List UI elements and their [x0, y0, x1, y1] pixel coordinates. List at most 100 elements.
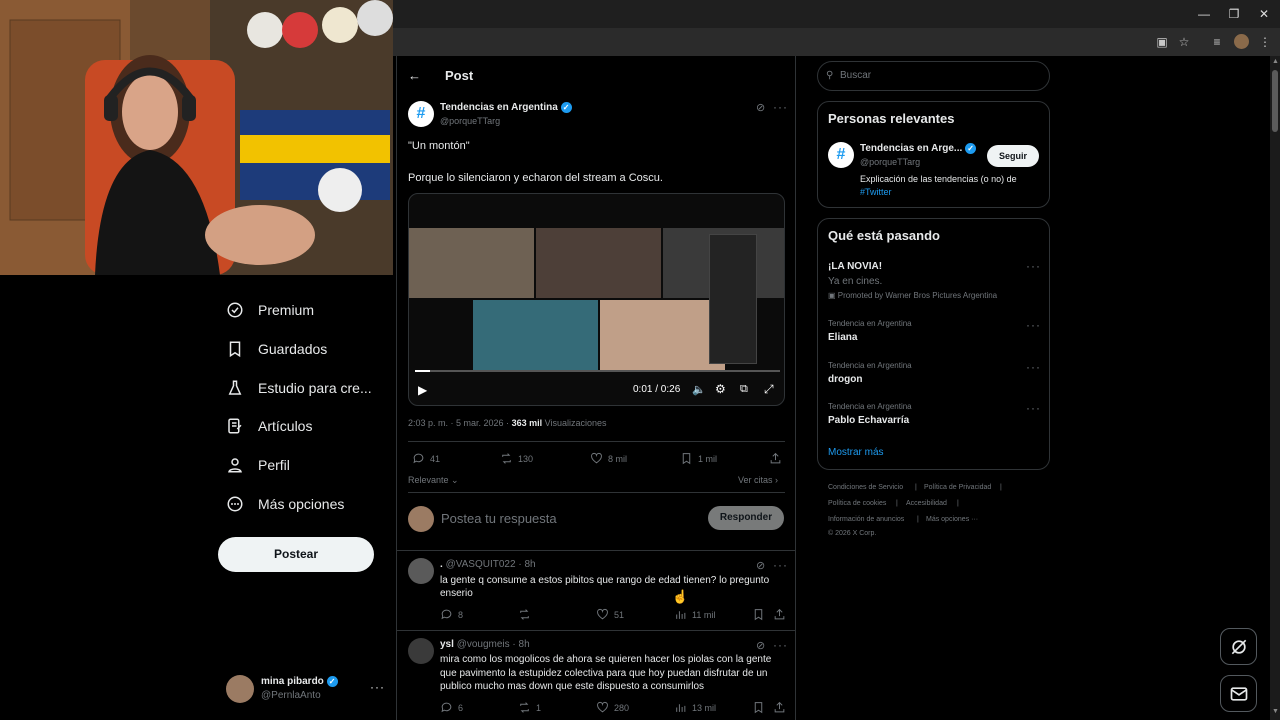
reply-repost-button[interactable]: [518, 608, 536, 621]
heart-icon: [597, 701, 608, 713]
settings-icon[interactable]: ⚙: [715, 382, 726, 396]
reply-avatar[interactable]: [408, 558, 434, 584]
hashtag-link[interactable]: #Twitter: [860, 187, 892, 197]
scroll-up-icon[interactable]: ▲: [1272, 58, 1279, 65]
repost-button[interactable]: 130: [500, 452, 533, 465]
sort-dropdown[interactable]: Relevante ⌄: [408, 475, 459, 486]
sidebar-item-articulos[interactable]: Artículos: [226, 411, 312, 441]
video-frame: [536, 228, 661, 298]
reply-repost-button[interactable]: 1: [518, 701, 541, 714]
browser-profile-avatar[interactable]: [1234, 34, 1249, 49]
reply-bookmark-button[interactable]: [752, 608, 765, 621]
promo-trend-name[interactable]: ¡LA NOVIA!: [828, 261, 882, 272]
sidebar-item-guardados[interactable]: Guardados: [226, 334, 327, 364]
footer-link[interactable]: Política de Privacidad: [924, 484, 991, 491]
footer-link[interactable]: Política de cookies: [828, 500, 886, 507]
account-switcher[interactable]: mina pibardo ✓: [261, 676, 338, 687]
trend-more-icon[interactable]: ···: [1026, 259, 1041, 273]
reply-avatar[interactable]: [408, 638, 434, 664]
footer-separator: |: [1000, 484, 1002, 491]
grok-fab[interactable]: [1220, 628, 1257, 665]
relevant-avatar[interactable]: #: [828, 142, 854, 168]
reply-more-icon[interactable]: ···: [773, 558, 788, 572]
sidebar-item-premium[interactable]: Premium: [226, 295, 314, 325]
media-queue-icon[interactable]: ≡: [1208, 33, 1226, 51]
view-quotes-link[interactable]: Ver citas ›: [738, 475, 778, 485]
reply-views-button[interactable]: 11 mil: [674, 608, 715, 621]
sidebar-item-mas-opciones[interactable]: Más opciones: [226, 489, 344, 519]
trend-more-icon[interactable]: ···: [1026, 360, 1041, 374]
reply-input[interactable]: Postea tu respuesta: [441, 511, 557, 526]
footer-link[interactable]: Condiciones de Servicio: [828, 484, 903, 491]
author-name-row[interactable]: Tendencias en Argentina ✓: [440, 102, 572, 113]
scrollbar-thumb[interactable]: [1272, 70, 1278, 132]
reply-views-button[interactable]: 13 mil: [674, 701, 716, 714]
video-time: 0:01 / 0:26: [633, 384, 681, 395]
mouse-cursor-icon: ☝: [672, 589, 689, 604]
reply-like-button[interactable]: 280: [596, 701, 629, 714]
relevant-name-row[interactable]: Tendencias en Arge... ✓: [860, 143, 977, 154]
tweet-more-icon[interactable]: ···: [773, 100, 788, 114]
trend-more-icon[interactable]: ···: [1026, 401, 1041, 415]
relevant-bio: Explicación de las tendencias (o no) de …: [860, 173, 1042, 199]
search-input[interactable]: ⚲ Buscar: [817, 61, 1050, 91]
footer-link-text: Política de cookies: [828, 500, 887, 507]
author-avatar[interactable]: #: [408, 101, 434, 127]
reply-more-icon[interactable]: ···: [773, 638, 788, 652]
scroll-down-icon[interactable]: ▼: [1272, 708, 1279, 715]
trend-more-icon[interactable]: ···: [1026, 318, 1041, 332]
reply-reply-button[interactable]: 6: [440, 701, 463, 714]
post-button[interactable]: Postear: [218, 537, 374, 572]
account-avatar[interactable]: [226, 675, 254, 703]
reply-submit-button[interactable]: Responder: [708, 506, 784, 530]
verified-icon: ✓: [965, 143, 977, 154]
minimize-icon[interactable]: —: [1193, 4, 1215, 24]
trend-name[interactable]: Eliana: [828, 332, 857, 343]
video-progress-track[interactable]: [415, 370, 780, 372]
reply-reply-button[interactable]: 8: [440, 608, 463, 621]
verified-icon: ✓: [326, 676, 338, 687]
footer-link[interactable]: Información de anuncios: [828, 516, 904, 523]
creator-studio-icon: [228, 380, 242, 395]
back-arrow-icon[interactable]: ←: [408, 68, 421, 83]
maximize-icon[interactable]: ❐: [1223, 4, 1245, 24]
sidebar-item-perfil[interactable]: Perfil: [226, 450, 290, 480]
follow-button[interactable]: Seguir: [987, 145, 1039, 167]
reply-bookmark-button[interactable]: [752, 701, 765, 714]
show-more-link[interactable]: Mostrar más: [828, 447, 884, 458]
play-icon[interactable]: ▶: [418, 383, 427, 397]
tweet-video[interactable]: ▶ 0:01 / 0:26 🔈 ⚙ ⧉ ⤢: [408, 193, 785, 406]
trend-category: Tendencia en Argentina: [828, 319, 912, 328]
scrollbar-track[interactable]: [1270, 56, 1280, 720]
reply-header[interactable]: . @VASQUIT022 · 8h: [440, 559, 536, 570]
close-window-icon[interactable]: ✕: [1253, 4, 1275, 24]
grok-icon[interactable]: ⊘: [756, 559, 765, 572]
like-button[interactable]: 8 mil: [590, 452, 627, 465]
trend-name[interactable]: Pablo Echavarría: [828, 415, 909, 426]
reply-like-button[interactable]: 51: [596, 608, 624, 621]
install-app-icon[interactable]: ▣: [1153, 33, 1171, 51]
messages-fab[interactable]: [1220, 675, 1257, 712]
bookmark-star-icon[interactable]: ☆: [1175, 33, 1193, 51]
reply-button[interactable]: 41: [412, 452, 440, 465]
browser-menu-icon[interactable]: ⋮: [1256, 33, 1274, 51]
sidebar-item-estudio[interactable]: Estudio para cre...: [226, 373, 372, 403]
grok-icon[interactable]: ⊘: [756, 639, 765, 652]
trend-category: Tendencia en Argentina: [828, 402, 912, 411]
volume-icon[interactable]: 🔈: [692, 383, 706, 396]
fullscreen-icon[interactable]: ⤢: [764, 382, 774, 397]
footer-link[interactable]: Accesibilidad: [906, 500, 947, 507]
heart-icon: [591, 452, 602, 464]
trend-name[interactable]: drogon: [828, 374, 862, 385]
bookmark-button[interactable]: 1 mil: [680, 452, 717, 465]
reply-share-button[interactable]: [773, 701, 786, 714]
footer-link-text: Condiciones de Servicio: [828, 484, 904, 491]
grok-icon[interactable]: ⊘: [756, 101, 765, 114]
reply-header[interactable]: ysl @vougmeis · 8h: [440, 639, 530, 650]
reply-share-button[interactable]: [773, 608, 786, 621]
footer-link[interactable]: Más opciones ···: [926, 516, 978, 523]
account-more-icon[interactable]: ···: [370, 680, 385, 694]
relevant-handle: @porqueTTarg: [860, 157, 921, 167]
share-button[interactable]: [769, 452, 782, 465]
pip-icon[interactable]: ⧉: [740, 383, 748, 396]
